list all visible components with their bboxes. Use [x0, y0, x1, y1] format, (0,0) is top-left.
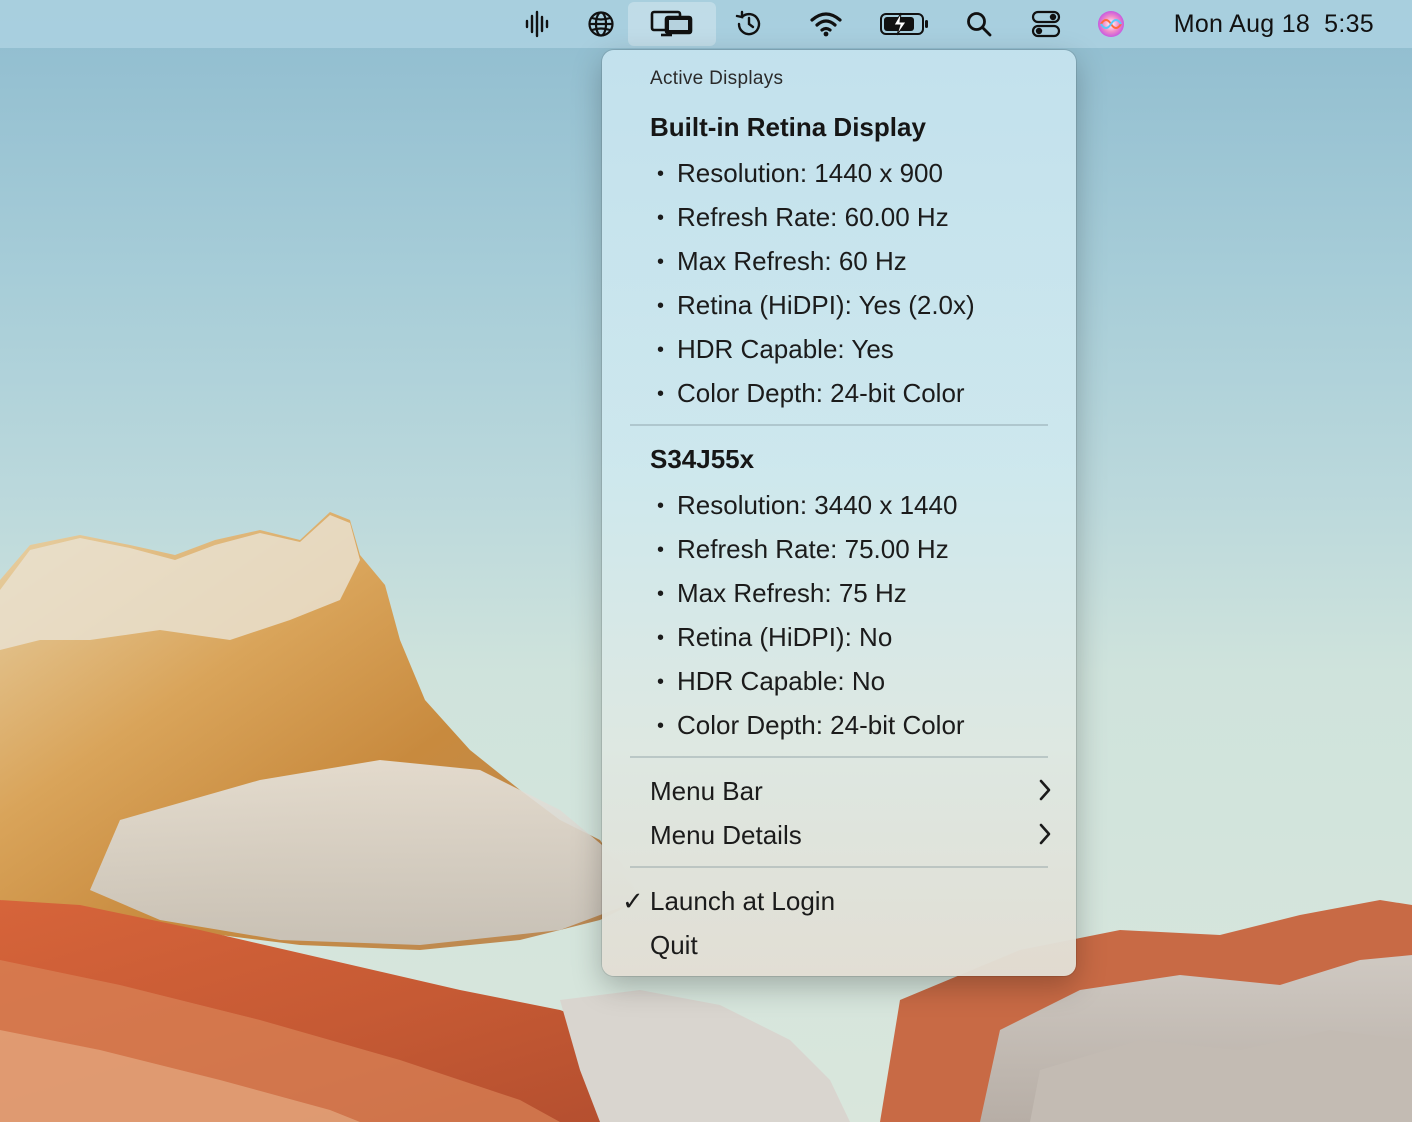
clock-date: Mon Aug 18 [1173, 10, 1311, 38]
menu-item-menu-details[interactable]: Menu Details [650, 820, 1052, 853]
menu-item-launch-at-login[interactable]: Launch at Login [650, 886, 1050, 917]
display-title-external: S34J55x [650, 444, 755, 474]
desktop: Mon Aug 18 5:35 Active Displays Built-in … [0, 0, 1412, 1122]
display-detail-refresh-rate: • Refresh Rate: 60.00 Hz [657, 202, 949, 232]
display-detail-resolution: • Resolution: 1440 x 900 [657, 158, 943, 188]
checkmark-icon: ✓ [622, 886, 644, 916]
display-detail-color-depth: • Color Depth: 24-bit Color [657, 710, 965, 740]
menu-separator [630, 424, 1048, 426]
menu-bar: Mon Aug 18 5:35 [0, 0, 1412, 48]
spotlight-search-icon[interactable] [958, 0, 1000, 48]
menu-separator [630, 866, 1048, 868]
chevron-right-icon [1038, 822, 1052, 853]
wifi-icon[interactable] [804, 0, 848, 48]
battery-charging-icon[interactable] [876, 0, 934, 48]
menu-item-label: Menu Bar [650, 776, 763, 806]
chevron-right-icon [1038, 778, 1052, 809]
display-detail-resolution: • Resolution: 3440 x 1440 [657, 490, 958, 520]
menu-item-label: Launch at Login [650, 886, 836, 916]
display-detail-refresh-rate: • Refresh Rate: 75.00 Hz [657, 534, 949, 564]
audio-waveform-icon[interactable] [516, 0, 558, 48]
menu-section-header: Active Displays [650, 68, 784, 89]
display-detail-retina: • Retina (HiDPI): No [657, 622, 893, 652]
menu-item-quit[interactable]: Quit [650, 930, 1050, 961]
menu-bar-clock[interactable]: Mon Aug 18 5:35 [1174, 0, 1374, 48]
clock-time: 5:35 [1324, 10, 1374, 38]
display-detail-retina: • Retina (HiDPI): Yes (2.0x) [657, 290, 975, 320]
displays-dropdown-menu: Active Displays Built-in Retina Display … [602, 50, 1076, 976]
menu-item-menu-bar[interactable]: Menu Bar [650, 776, 1052, 809]
control-center-icon[interactable] [1024, 0, 1068, 48]
time-machine-icon[interactable] [728, 0, 770, 48]
display-detail-hdr: • HDR Capable: Yes [657, 334, 894, 364]
display-detail-hdr: • HDR Capable: No [657, 666, 886, 696]
menu-separator [630, 756, 1048, 758]
siri-icon[interactable] [1090, 0, 1132, 48]
display-detail-max-refresh: • Max Refresh: 75 Hz [657, 578, 907, 608]
menu-item-label: Menu Details [650, 820, 802, 850]
display-detail-color-depth: • Color Depth: 24-bit Color [657, 378, 965, 408]
globe-icon[interactable] [580, 0, 622, 48]
display-detail-max-refresh: • Max Refresh: 60 Hz [657, 246, 907, 276]
displays-icon[interactable] [628, 2, 716, 46]
display-title-built-in: Built-in Retina Display [650, 112, 926, 142]
menu-item-label: Quit [650, 930, 698, 960]
